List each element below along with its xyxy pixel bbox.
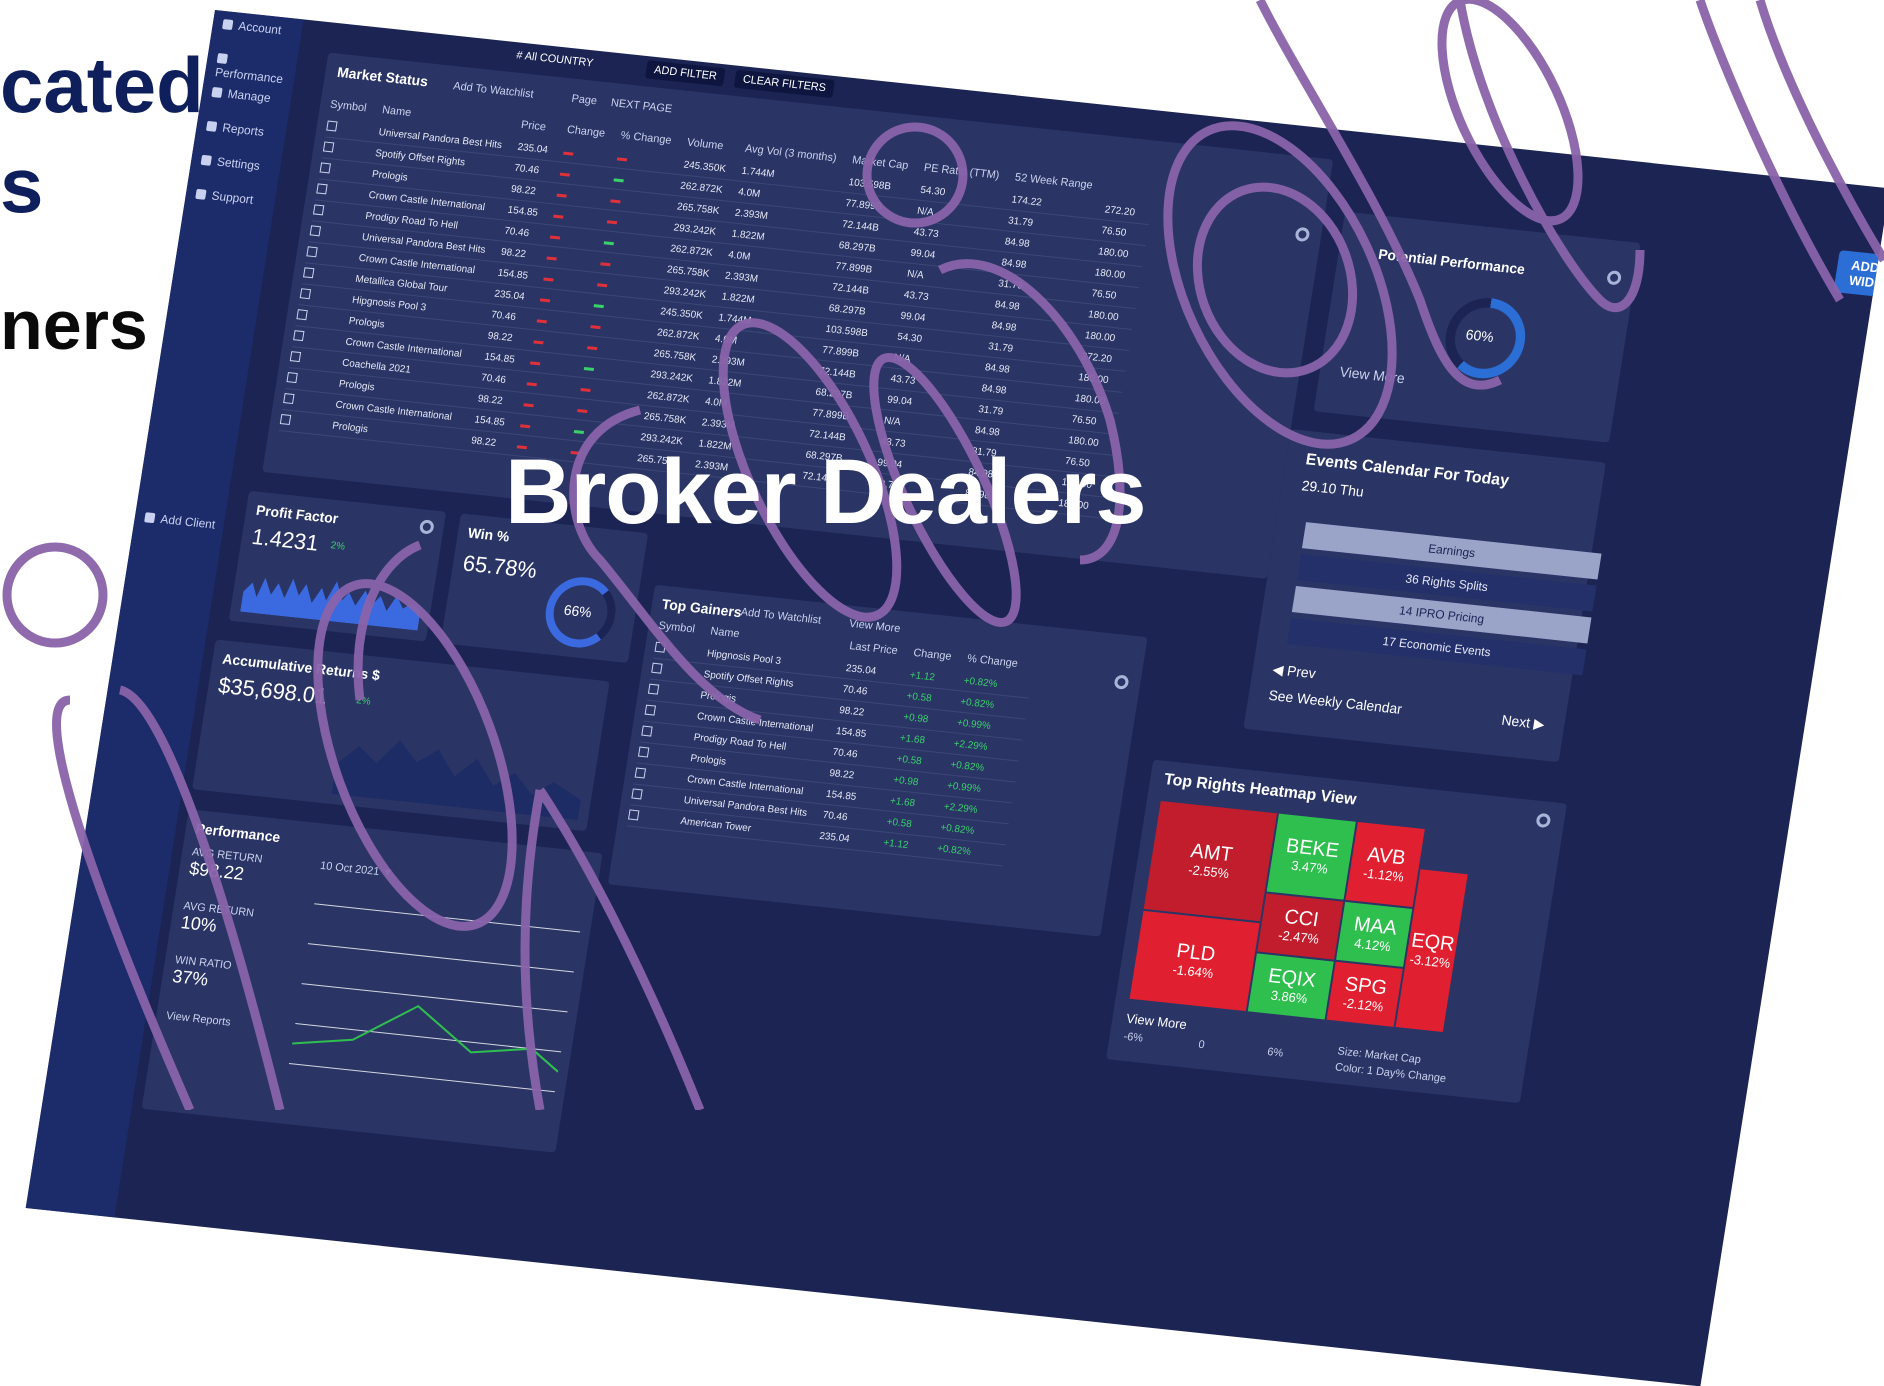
headline: Broker Dealers (505, 441, 1147, 543)
watermark-scribble (2, 0, 1884, 1110)
watermark-overlay (2, 0, 1884, 1110)
